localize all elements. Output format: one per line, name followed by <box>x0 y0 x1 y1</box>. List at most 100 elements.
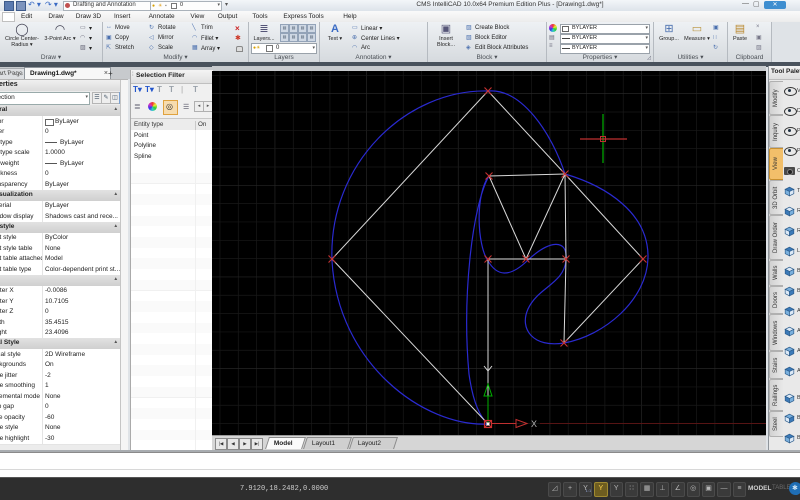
undo-button[interactable]: ↶ ▾ <box>28 0 41 9</box>
color-wheel-icon[interactable] <box>549 24 557 32</box>
lock-button[interactable] <box>236 46 243 52</box>
crosshair-toggle[interactable]: + <box>563 482 576 497</box>
grid-toggle[interactable]: ▦ <box>640 482 653 497</box>
palette-tab-steel[interactable]: Steel <box>769 411 783 437</box>
properties-scrollbar[interactable] <box>120 80 128 451</box>
group-button[interactable]: ⊞Group... <box>655 23 683 54</box>
polyline-entity[interactable] <box>565 174 566 259</box>
annotation-scale[interactable]: Y1:1 <box>579 482 592 497</box>
property-value-cell[interactable]: Color-dependent print st... <box>43 264 120 275</box>
tab-nav-0[interactable]: |◀ <box>215 438 227 450</box>
menu-item-draw-3d[interactable]: Draw 3D <box>73 12 104 21</box>
layer-tool-6[interactable]: ▤ <box>298 33 307 42</box>
doc-tab-active[interactable]: Drawing1.dwg*× <box>24 67 111 79</box>
menu-item-tools[interactable]: Tools <box>249 12 270 21</box>
drawing-canvas[interactable]: X <box>212 71 766 435</box>
layer-tool-1[interactable]: ▤ <box>289 24 298 33</box>
properties-dialog-launcher[interactable]: ◿ <box>647 55 651 61</box>
draw-small-1[interactable]: ◠▾ <box>80 34 98 43</box>
palette-tab-modify[interactable]: Modify <box>769 81 783 115</box>
properties-combo-2[interactable]: BYLAYER▾ <box>560 44 650 54</box>
filter-tool-0[interactable]: T▾ <box>133 85 142 94</box>
command-line-area[interactable] <box>0 452 800 478</box>
section-label-modify[interactable]: Modify ▾ <box>103 54 248 62</box>
property-value-cell[interactable]: 1.0000 <box>43 148 120 159</box>
modify-fillet[interactable]: ◠Fillet ▾ <box>192 34 234 43</box>
palette-item[interactable]: C <box>783 163 800 181</box>
palette-tab-windows[interactable]: Windows <box>769 314 783 351</box>
palette-item[interactable]: B <box>783 283 800 301</box>
property-value-cell[interactable]: -0.0086 <box>43 286 120 297</box>
draw-small-2[interactable]: ▨▾ <box>80 44 98 53</box>
qat-layer-combo[interactable]: ●☀▪0▾ <box>150 1 222 11</box>
property-value-cell[interactable]: None <box>43 423 120 434</box>
measure-button[interactable]: ▭Measure ▾ <box>684 23 710 54</box>
block-create-block[interactable]: ▨Create Block <box>466 24 544 33</box>
palette-tab-draw-order[interactable]: Draw Order <box>769 215 783 260</box>
close-button[interactable]: ✕ <box>764 1 786 9</box>
maximize-button[interactable]: ▢ <box>753 0 760 8</box>
quickmenu[interactable]: ≡ <box>733 482 746 497</box>
settings-gear-icon[interactable]: ✱ <box>789 482 800 495</box>
modify-move[interactable]: ↔Move <box>106 24 148 33</box>
palette-item[interactable]: T <box>783 183 800 201</box>
layer-tool-3[interactable]: ▤ <box>307 24 316 33</box>
erase-button[interactable]: × <box>235 24 240 33</box>
property-value-cell[interactable]: -60 <box>43 412 120 423</box>
menu-item-help[interactable]: Help <box>340 12 359 21</box>
property-value-cell[interactable]: ByColor <box>43 233 120 244</box>
app-menu-button[interactable] <box>2 12 15 22</box>
polyline-entity[interactable] <box>489 176 526 259</box>
menu-item-output[interactable]: Output <box>215 12 241 21</box>
property-value-cell[interactable]: 0 <box>43 402 120 413</box>
palette-tab-stairs[interactable]: Stairs <box>769 351 783 379</box>
section-label-utilities[interactable]: Utilities ▾ <box>654 54 727 62</box>
modify-stretch[interactable]: ⇱Stretch <box>106 44 148 53</box>
menu-item-insert[interactable]: Insert <box>111 12 133 21</box>
palette-item[interactable]: B <box>783 430 800 448</box>
palette-tab-inquiry[interactable]: Inquiry <box>769 115 783 148</box>
model-space-label[interactable]: MODEL <box>748 485 771 492</box>
property-value-cell[interactable]: -30 <box>43 433 120 444</box>
palette-item[interactable]: A <box>783 363 800 381</box>
property-value-cell[interactable]: 10.7105 <box>43 296 120 307</box>
menu-item-express-tools[interactable]: Express Tools <box>280 12 326 21</box>
polar-toggle[interactable]: ∠ <box>671 482 684 497</box>
three-point-arc-button[interactable]: ◠3-Point Arc ▾ <box>44 23 76 54</box>
modify-trim[interactable]: ╲Trim <box>192 24 234 33</box>
layer-tool-4[interactable]: ▤ <box>280 33 289 42</box>
palette-item[interactable]: V <box>783 83 800 101</box>
polyline-entity[interactable] <box>565 174 643 259</box>
properties-combo-1[interactable]: BYLAYER▾ <box>560 34 650 44</box>
property-value-cell[interactable]: 23.4096 <box>43 328 120 339</box>
polyline-entity[interactable] <box>564 259 566 343</box>
palette-item[interactable]: P <box>783 123 800 141</box>
qat-overflow-arrow[interactable]: ▾ <box>225 1 228 8</box>
paste-button[interactable]: ▤Paste <box>729 23 751 54</box>
tab-nav-2[interactable]: ▶ <box>239 438 251 450</box>
property-value-cell[interactable]: 0 <box>43 127 120 138</box>
menu-item-edit[interactable]: Edit <box>18 12 35 21</box>
properties-combo-0[interactable]: BYLAYER▾ <box>560 24 650 34</box>
polyline-entity[interactable] <box>488 91 565 174</box>
esnap-toggle[interactable]: ◎ <box>687 482 700 497</box>
palette-item[interactable]: A <box>783 343 800 361</box>
property-value-cell[interactable]: 1 <box>43 381 120 392</box>
layer-tool-2[interactable]: ▤ <box>298 24 307 33</box>
menu-item-annotate[interactable]: Annotate <box>146 12 178 21</box>
clipboard-small-0[interactable]: × <box>756 24 760 30</box>
property-value-cell[interactable]: ByLayer <box>43 201 120 212</box>
property-value-cell[interactable]: None <box>43 243 120 254</box>
filter-tool-1[interactable]: T▾ <box>145 85 154 94</box>
palette-tab-railings[interactable]: Railings <box>769 379 783 411</box>
layout-tab-model[interactable]: Model <box>265 437 306 449</box>
property-value-cell[interactable]: Shadows cast and rece... <box>43 211 120 222</box>
filter-tool-3[interactable]: T <box>169 85 174 94</box>
filter-layers-icon[interactable]: ≣ <box>134 102 141 111</box>
selection-combo[interactable]: No selection▾ <box>0 92 90 105</box>
ortho-toggle[interactable]: ⊥ <box>656 482 669 497</box>
text-button[interactable]: AText ▾ <box>322 23 348 54</box>
palette-item[interactable]: A <box>783 303 800 321</box>
modify-mirror[interactable]: ◁Mirror <box>149 34 191 43</box>
explode-button[interactable]: ✱ <box>235 34 241 42</box>
